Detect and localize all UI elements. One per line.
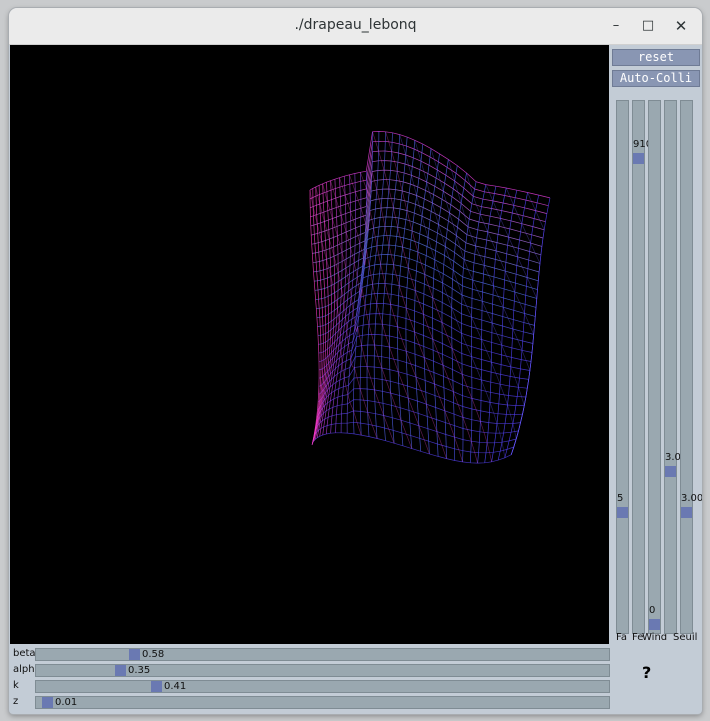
hslider-beta: beta 0.58 <box>10 647 610 661</box>
reset-button[interactable]: reset <box>612 49 700 66</box>
vslider-thumb[interactable] <box>649 619 660 630</box>
hslider-z: z 0.01 <box>10 695 610 709</box>
vslider-unnamed[interactable] <box>664 100 677 634</box>
hslider-label: k <box>13 680 19 691</box>
hslider-track[interactable]: 0.58 <box>35 648 610 661</box>
hslider-thumb[interactable] <box>151 681 162 692</box>
hslider-alpha: alpha 0.35 <box>10 663 610 677</box>
hslider-value: 0.35 <box>128 665 151 676</box>
vslider-label: Seuil <box>673 632 698 643</box>
vslider-thumb[interactable] <box>633 153 644 164</box>
hslider-value: 0.58 <box>142 649 165 660</box>
vslider-fe[interactable] <box>632 100 645 634</box>
window-title: ./drapeau_lebonq <box>294 17 417 33</box>
hslider-value: 0.01 <box>55 697 78 708</box>
hslider-label: beta <box>13 648 36 659</box>
vslider-value: 5 <box>617 493 624 504</box>
vslider-seuil[interactable] <box>680 100 693 634</box>
hslider-label: z <box>13 696 19 707</box>
gl-canvas[interactable] <box>10 45 609 644</box>
vslider-value: 0 <box>649 605 656 616</box>
hslider-track[interactable]: 0.41 <box>35 680 610 693</box>
hslider-track[interactable]: 0.01 <box>35 696 610 709</box>
flag-mesh <box>309 131 551 464</box>
vslider-thumb[interactable] <box>681 507 692 518</box>
hslider-thumb[interactable] <box>129 649 140 660</box>
hslider-thumb[interactable] <box>42 697 53 708</box>
vslider-fa[interactable] <box>616 100 629 634</box>
vslider-label: Fa <box>616 632 627 643</box>
auto-colli-button[interactable]: Auto-Colli <box>612 70 700 87</box>
maximize-icon[interactable]: □ <box>638 16 658 36</box>
hslider-k: k 0.41 <box>10 679 610 693</box>
app-window: ./drapeau_lebonq – □ ✕ reset Auto-Colli … <box>9 8 702 714</box>
hslider-track[interactable]: 0.35 <box>35 664 610 677</box>
vslider-value: 3.00 <box>681 493 702 504</box>
hslider-thumb[interactable] <box>115 665 126 676</box>
help-button[interactable]: ? <box>642 663 651 682</box>
vslider-wind[interactable] <box>648 100 661 634</box>
minimize-icon[interactable]: – <box>606 16 626 36</box>
title-bar: ./drapeau_lebonq – □ ✕ <box>9 8 702 45</box>
flag-mesh-lines <box>309 131 551 464</box>
hslider-value: 0.41 <box>164 681 187 692</box>
close-icon[interactable]: ✕ <box>671 16 691 36</box>
vslider-thumb[interactable] <box>617 507 628 518</box>
vslider-thumb[interactable] <box>665 466 676 477</box>
